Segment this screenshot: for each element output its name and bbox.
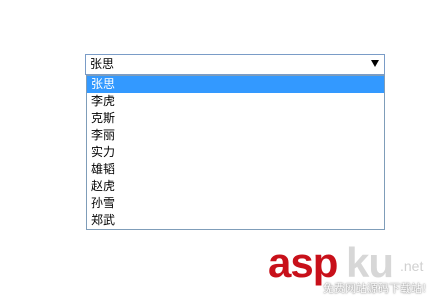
watermark-brand-sub: ku [346, 239, 394, 286]
name-select[interactable]: 张思 [85, 54, 385, 75]
dropdown-arrow-icon[interactable] [371, 60, 379, 67]
watermark-slogan: 免费网站源码下载站! [323, 282, 427, 295]
dropdown-option[interactable]: 孙雪 [87, 195, 384, 212]
dropdown-option[interactable]: 雄韬 [87, 161, 384, 178]
page: 张思 张思 李虎 克斯 李丽 实力 雄韬 赵虎 孙雪 郑武 asp ku .ne… [0, 0, 439, 299]
watermark-logo: asp ku .net 免费网站源码下载站! [268, 242, 439, 299]
dropdown-list[interactable]: 张思 李虎 克斯 李丽 实力 雄韬 赵虎 孙雪 郑武 [86, 75, 385, 230]
select-current-value: 张思 [90, 57, 115, 71]
dropdown-option[interactable]: 李虎 [87, 93, 384, 110]
dropdown-option[interactable]: 赵虎 [87, 178, 384, 195]
dropdown-option[interactable]: 克斯 [87, 110, 384, 127]
dropdown-option[interactable]: 张思 [87, 76, 384, 93]
dropdown-option[interactable]: 郑武 [87, 212, 384, 229]
dropdown-option[interactable]: 实力 [87, 144, 384, 161]
watermark-brand-main: asp [268, 239, 338, 286]
watermark-brand-tld: .net [400, 258, 424, 274]
dropdown-option[interactable]: 李丽 [87, 127, 384, 144]
